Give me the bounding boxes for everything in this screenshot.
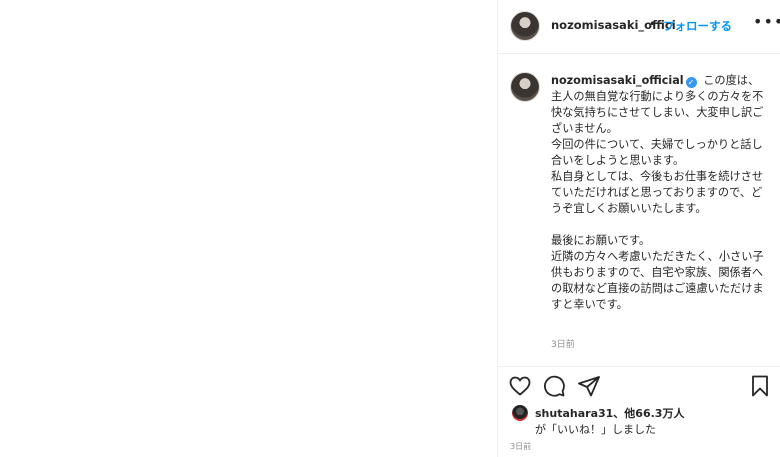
header-username[interactable]: nozomisasaki_offici <box>551 18 676 32</box>
caption-author-avatar[interactable] <box>510 72 540 102</box>
bookmark-icon[interactable] <box>748 374 772 398</box>
post-timestamp[interactable]: 3日前 <box>510 441 531 452</box>
caption-text-block: nozomisasaki_official ✓ この度は、主人の無自覚な行動により… <box>551 73 767 313</box>
verified-badge-icon: ✓ <box>685 77 697 88</box>
follow-button[interactable]: フォローする <box>663 18 732 34</box>
caption-section: nozomisasaki_official ✓ この度は、主人の無自覚な行動により… <box>498 54 780 367</box>
more-options-icon[interactable]: ••• <box>753 12 780 31</box>
likes-suffix: が「いいね！」しました <box>535 423 656 436</box>
liker-avatar[interactable] <box>512 405 528 421</box>
caption-username[interactable]: nozomisasaki_official <box>551 74 684 87</box>
likes-count[interactable]: shutahara31、他66.3万人 <box>535 405 684 421</box>
heart-icon[interactable] <box>508 374 532 398</box>
comment-icon[interactable] <box>542 374 566 398</box>
caption-timestamp[interactable]: 3日前 <box>551 337 575 350</box>
author-avatar[interactable] <box>510 11 540 41</box>
post-header: nozomisasaki_offici • フォローする ••• <box>498 0 780 54</box>
action-bar <box>498 372 780 402</box>
post-side-panel: nozomisasaki_offici • フォローする ••• nozomis… <box>498 0 780 457</box>
header-separator: • <box>649 17 657 31</box>
post-media <box>0 0 497 457</box>
share-icon[interactable] <box>577 374 601 398</box>
caption-body: この度は、主人の無自覚な行動により多くの方々を不快な気持ちにさせてしまい、大変申… <box>551 74 764 311</box>
